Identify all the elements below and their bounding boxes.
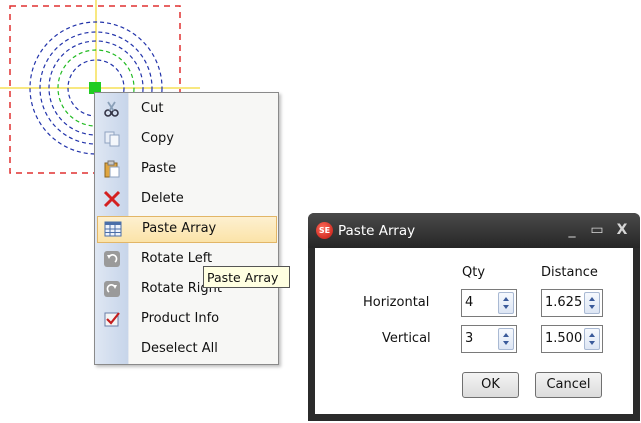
- spinner-value: 4: [465, 295, 474, 310]
- horizontal-distance-spinner[interactable]: 1.625: [541, 289, 603, 317]
- menu-item-paste-array[interactable]: Paste Array: [97, 216, 277, 243]
- spinner-value: 3: [465, 331, 474, 346]
- tooltip: Paste Array: [203, 266, 290, 288]
- vertical-distance-spinner[interactable]: 1.500: [541, 325, 603, 353]
- menu-item-delete[interactable]: Delete: [95, 186, 278, 213]
- menu-item-copy[interactable]: Copy: [95, 126, 278, 153]
- menu-item-label: Deselect All: [141, 341, 218, 356]
- rotate-left-icon: [104, 251, 120, 267]
- grid-icon: [104, 221, 122, 237]
- distance-column-header: Distance: [541, 265, 598, 280]
- menu-item-label: Cut: [141, 101, 164, 116]
- spinner-arrows[interactable]: [498, 328, 514, 350]
- spinner-value: 1.625: [545, 295, 583, 310]
- dialog-title: Paste Array: [338, 223, 416, 239]
- cancel-button[interactable]: Cancel: [535, 372, 602, 398]
- horizontal-qty-spinner[interactable]: 4: [461, 289, 517, 317]
- close-button[interactable]: X: [613, 221, 631, 239]
- menu-item-paste[interactable]: Paste: [95, 156, 278, 183]
- scissors-icon: [104, 101, 119, 117]
- dialog-body: Qty Distance Horizontal 4 1.625 Vertical…: [315, 248, 633, 414]
- menu-item-label: Paste: [141, 161, 177, 176]
- menu-item-deselect-all[interactable]: Deselect All: [95, 336, 278, 363]
- rotate-right-icon: [104, 281, 120, 297]
- vertical-label: Vertical: [382, 331, 431, 346]
- spinner-arrows[interactable]: [498, 292, 514, 314]
- context-menu: Cut Copy Paste Delete Paste Array Rotate…: [94, 92, 279, 365]
- horizontal-label: Horizontal: [363, 295, 430, 310]
- red-x-icon: [103, 190, 121, 208]
- minimize-button[interactable]: _: [563, 221, 581, 239]
- copy-icon: [104, 131, 120, 147]
- ok-button[interactable]: OK: [462, 372, 519, 398]
- app-logo-icon: SE: [316, 222, 333, 239]
- checkbox-icon: [104, 312, 120, 327]
- menu-item-cut[interactable]: Cut: [95, 96, 278, 123]
- spinner-value: 1.500: [545, 331, 583, 346]
- clipboard-icon: [104, 160, 120, 178]
- menu-item-label: Rotate Left: [141, 251, 213, 266]
- maximize-button[interactable]: ▭: [588, 221, 606, 239]
- menu-item-label: Product Info: [141, 311, 220, 326]
- menu-item-label: Paste Array: [142, 221, 217, 236]
- qty-column-header: Qty: [462, 265, 486, 280]
- menu-item-label: Copy: [141, 131, 174, 146]
- vertical-qty-spinner[interactable]: 3: [461, 325, 517, 353]
- menu-item-label: Delete: [141, 191, 184, 206]
- menu-item-product-info[interactable]: Product Info: [95, 306, 278, 333]
- spinner-arrows[interactable]: [584, 328, 600, 350]
- paste-array-dialog: SE Paste Array _ ▭ X Qty Distance Horizo…: [308, 213, 640, 421]
- spinner-arrows[interactable]: [584, 292, 600, 314]
- dialog-titlebar[interactable]: SE Paste Array _ ▭ X: [308, 213, 640, 248]
